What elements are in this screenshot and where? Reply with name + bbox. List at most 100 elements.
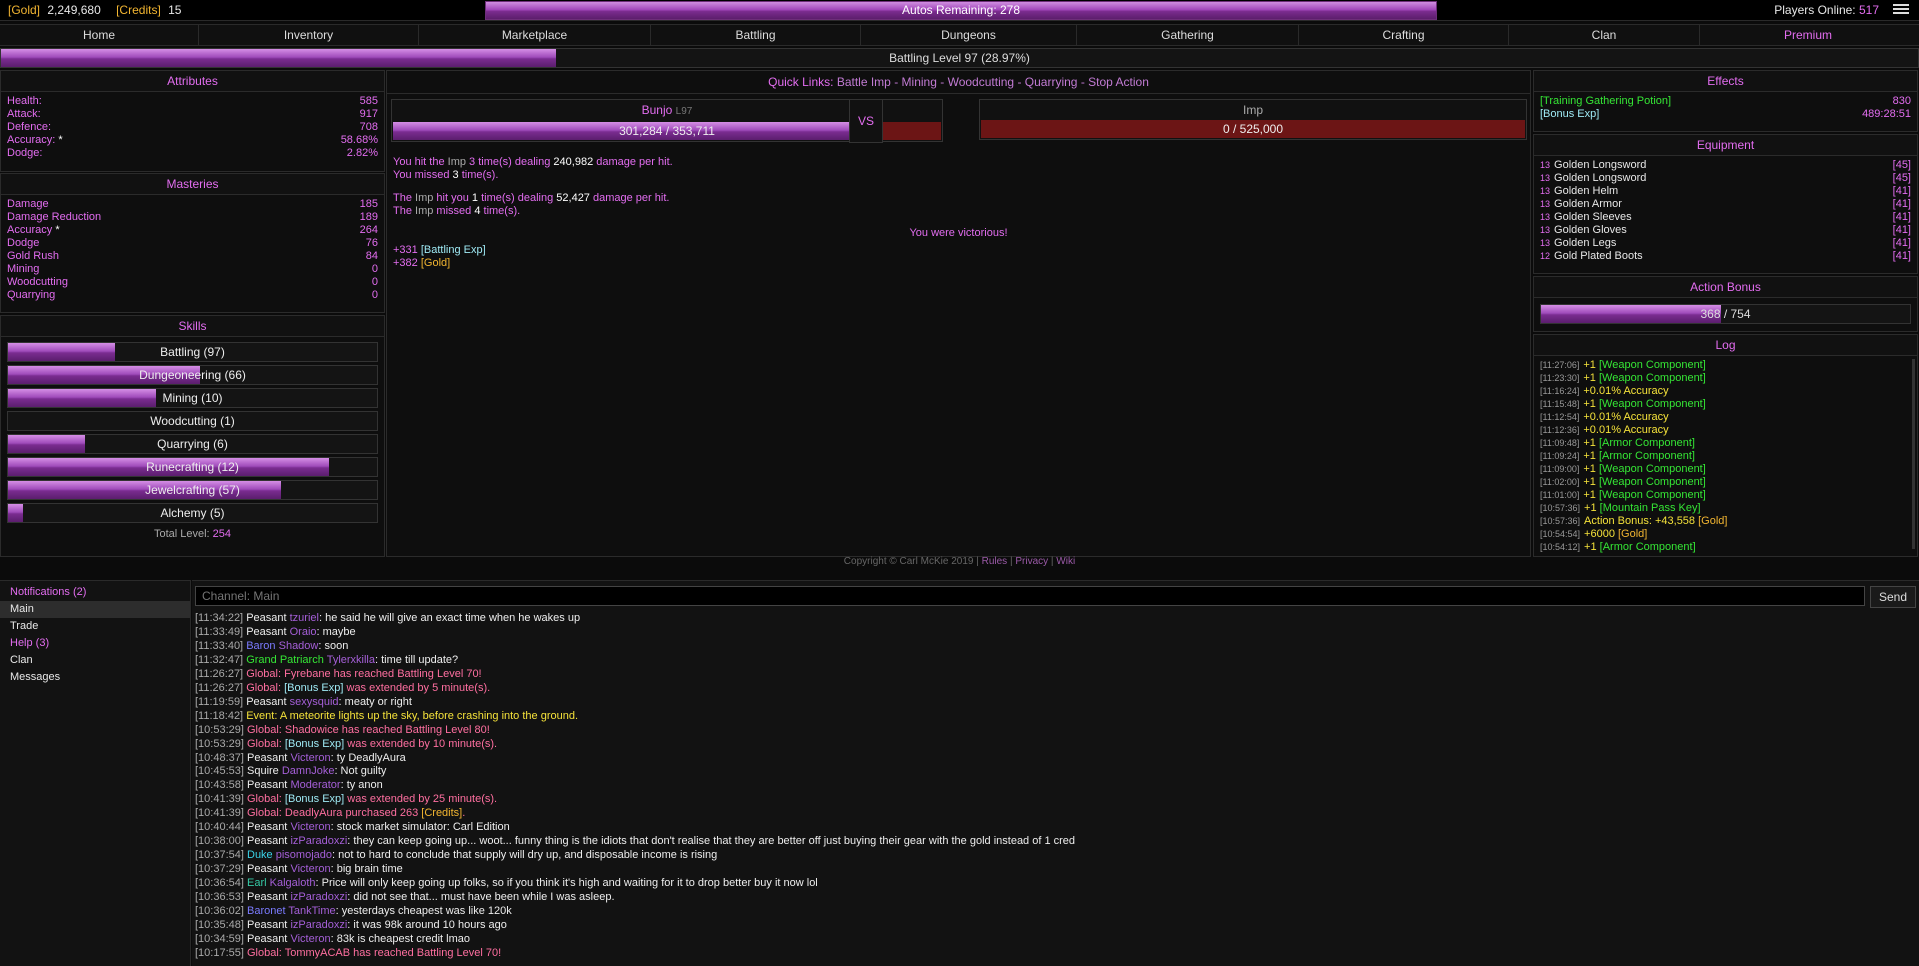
quick-link-quarrying[interactable]: Quarrying <box>1025 75 1078 89</box>
channel-clan[interactable]: Clan <box>0 652 190 669</box>
log-item[interactable]: [Weapon Component] <box>1599 372 1706 384</box>
chat-message: : ty DeadlyAura <box>330 751 406 764</box>
equipment-quality: 13 <box>1540 212 1551 222</box>
chat-username[interactable]: Victeron <box>290 933 330 945</box>
skill-bar[interactable]: Mining (10) <box>7 388 378 408</box>
chat-timestamp: [10:45:53] <box>195 765 244 778</box>
quick-link-stop-action[interactable]: Stop Action <box>1088 75 1149 89</box>
chat-username[interactable]: TankTime <box>288 905 335 917</box>
nav-battling[interactable]: Battling <box>651 25 861 45</box>
chat-input[interactable] <box>195 586 1865 606</box>
chat-username[interactable]: Moderator <box>290 779 340 791</box>
equipment-row[interactable]: 12 Gold Plated Boots [41] <box>1534 250 1917 263</box>
skill-bar[interactable]: Alchemy (5) <box>7 503 378 523</box>
chat-username[interactable]: Kalgaloth <box>270 877 316 889</box>
channel-trade[interactable]: Trade <box>0 618 190 635</box>
mastery-row: Accuracy * 264 <box>1 224 384 237</box>
skill-bar[interactable]: Battling (97) <box>7 342 378 362</box>
chat-item-link[interactable]: [Bonus Exp] <box>285 793 344 805</box>
skill-bar[interactable]: Woodcutting (1) <box>7 411 378 431</box>
equipment-title: Equipment <box>1534 135 1917 156</box>
log-item[interactable]: [Armor Component] <box>1599 437 1695 449</box>
log-item[interactable]: [Weapon Component] <box>1599 398 1706 410</box>
equipment-row[interactable]: 13 Golden Longsword [45] <box>1534 172 1917 185</box>
log-entry: [11:02:00] +1 [Weapon Component] <box>1534 476 1917 489</box>
nav-gathering[interactable]: Gathering <box>1077 25 1299 45</box>
quick-link-mining[interactable]: Mining <box>902 75 937 89</box>
chat-username[interactable]: izParadoxzi <box>290 835 347 847</box>
equipment-row[interactable]: 13 Golden Longsword [45] <box>1534 159 1917 172</box>
nav-crafting[interactable]: Crafting <box>1299 25 1509 45</box>
nav-marketplace[interactable]: Marketplace <box>419 25 651 45</box>
effect-row[interactable]: [Training Gathering Potion] 830 <box>1534 95 1917 108</box>
nav-inventory[interactable]: Inventory <box>199 25 419 45</box>
reward-item[interactable]: [Gold] <box>421 257 450 269</box>
log-item[interactable]: [Mountain Pass Key] <box>1600 502 1701 514</box>
attributes-panel: Attributes Health: 585 Attack: 917 Defence: 7… <box>0 70 385 172</box>
nav-clan[interactable]: Clan <box>1509 25 1700 45</box>
log-scrollbar[interactable] <box>1912 359 1915 549</box>
chat-username[interactable]: Victeron <box>290 821 330 833</box>
chat-username[interactable]: Victeron <box>290 752 330 764</box>
chat-username[interactable]: izParadoxzi <box>290 891 347 903</box>
chat-username[interactable]: DamnJoke <box>282 765 335 777</box>
chat-item-link[interactable]: [Bonus Exp] <box>284 682 343 694</box>
footer-rules-link[interactable]: Rules <box>982 556 1008 567</box>
currency-display: [Gold] 2,249,680 [Credits] 15 <box>8 3 185 17</box>
chat-username[interactable]: Oraio <box>290 626 317 638</box>
attributes-title: Attributes <box>1 71 384 92</box>
equipment-row[interactable]: 13 Golden Sleeves [41] <box>1534 211 1917 224</box>
skill-bar[interactable]: Dungeoneering (66) <box>7 365 378 385</box>
quick-link-woodcutting[interactable]: Woodcutting <box>948 75 1015 89</box>
reward-item[interactable]: [Battling Exp] <box>421 244 486 256</box>
nav-home[interactable]: Home <box>0 25 199 45</box>
nav-dungeons[interactable]: Dungeons <box>861 25 1077 45</box>
quick-link-battle-imp[interactable]: Battle Imp <box>837 75 891 89</box>
equipment-row[interactable]: 13 Golden Gloves [41] <box>1534 224 1917 237</box>
log-item[interactable]: [Gold] <box>1698 515 1727 527</box>
effect-row[interactable]: [Bonus Exp] 489:28:51 <box>1534 108 1917 121</box>
channel-notifications[interactable]: Notifications (2) <box>0 584 190 601</box>
chat-username[interactable]: pisomojado <box>276 849 332 861</box>
equipment-panel: Equipment 13 Golden Longsword [45] 13 Golden… <box>1533 134 1918 274</box>
log-item[interactable]: [Armor Component] <box>1600 541 1696 553</box>
chat-item-link[interactable]: [Credits] <box>421 807 462 819</box>
skill-bar[interactable]: Quarrying (6) <box>7 434 378 454</box>
log-item[interactable]: [Weapon Component] <box>1599 489 1706 501</box>
effects-panel: Effects [Training Gathering Potion] 830 … <box>1533 70 1918 132</box>
channel-help[interactable]: Help (3) <box>0 635 190 652</box>
channel-messages[interactable]: Messages <box>0 669 190 686</box>
skill-bar[interactable]: Jewelcrafting (57) <box>7 480 378 500</box>
equipment-row[interactable]: 13 Golden Helm [41] <box>1534 185 1917 198</box>
equipment-name: Golden Longsword <box>1554 159 1647 171</box>
chat-username[interactable]: Shadow <box>279 640 319 652</box>
log-item[interactable]: [Armor Component] <box>1599 450 1695 462</box>
send-button[interactable]: Send <box>1870 586 1916 608</box>
chat-username[interactable]: izParadoxzi <box>290 919 347 931</box>
chat-item-link[interactable]: [Bonus Exp] <box>285 738 344 750</box>
chat-line: [10:36:02] Baronet TankTime: yesterdays … <box>195 905 1919 919</box>
chat-username[interactable]: sexysquid <box>290 696 339 708</box>
hamburger-menu-icon[interactable] <box>1893 2 1909 16</box>
log-item[interactable]: [Gold] <box>1618 528 1647 540</box>
chat-username[interactable]: tzuriel <box>290 612 319 624</box>
log-text: Action Bonus: +43,558 <box>1584 515 1699 527</box>
equipment-quality: 12 <box>1540 251 1551 261</box>
equipment-row[interactable]: 13 Golden Legs [41] <box>1534 237 1917 250</box>
footer-privacy-link[interactable]: Privacy <box>1015 556 1048 567</box>
attribute-star: * <box>58 134 63 146</box>
chat-rank: Peasant <box>247 863 288 876</box>
chat-username[interactable]: Victeron <box>290 863 330 875</box>
skill-bar[interactable]: Runecrafting (12) <box>7 457 378 477</box>
channel-main[interactable]: Main <box>0 601 190 618</box>
nav-premium[interactable]: Premium <box>1700 25 1916 45</box>
chat-line: [11:34:22] Peasant tzuriel: he said he w… <box>195 612 1919 626</box>
chat-username[interactable]: Tylerxkilla <box>327 654 375 666</box>
footer-wiki-link[interactable]: Wiki <box>1056 556 1075 567</box>
action-bonus-bar: 368 / 754 <box>1540 304 1911 324</box>
log-item[interactable]: [Weapon Component] <box>1599 476 1706 488</box>
mastery-label: Quarrying <box>7 289 56 301</box>
log-item[interactable]: [Weapon Component] <box>1599 463 1706 475</box>
equipment-row[interactable]: 13 Golden Armor [41] <box>1534 198 1917 211</box>
log-item[interactable]: [Weapon Component] <box>1599 359 1706 371</box>
